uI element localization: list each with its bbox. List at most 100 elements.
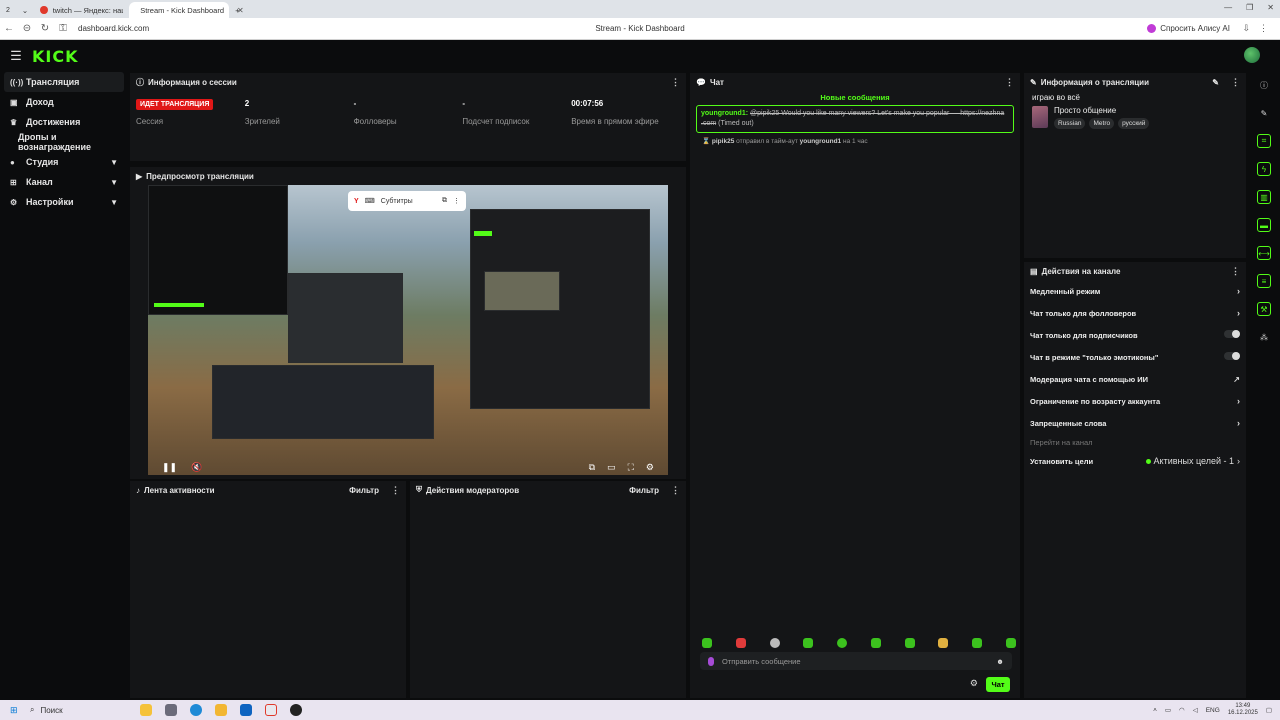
info-icon[interactable]: ⓘ [1257,78,1271,92]
wrench-icon[interactable]: ⚒ [1257,302,1271,316]
emote-icon[interactable] [837,638,848,648]
chat-settings-icon[interactable]: ⚙ [970,678,978,689]
set-goals-action[interactable]: Установить цели Активных целей - 1 › [1024,450,1246,472]
emote-icon[interactable] [972,638,983,648]
sidebar-item-studio[interactable]: ● Студия ▼ [0,152,128,172]
more-options-icon[interactable]: ⋮ [391,485,400,496]
yandex-browser-icon[interactable] [265,704,277,716]
sidebar-item-revenue[interactable]: ▣ Доход [0,92,128,112]
sidebar-item-channel[interactable]: ⊞ Канал ▼ [0,172,128,192]
banned-words-action[interactable]: Запрещенные слова › [1024,412,1246,434]
pencil-icon[interactable]: ✎ [1257,106,1271,120]
close-window-icon[interactable]: ✕ [1267,3,1274,12]
emote-icon[interactable] [769,638,780,648]
send-chat-button[interactable]: Чат [986,677,1010,692]
sidebar-item-stream[interactable]: ((·)) Трансляция [4,72,124,92]
pip-icon[interactable]: ⧉ [442,197,447,205]
chat-input[interactable]: Отправить сообщение ☻ [700,652,1012,670]
sidebar-item-settings[interactable]: ⚙ Настройки ▼ [0,192,128,212]
emote-icon[interactable] [904,638,915,648]
emote-icon[interactable] [803,638,814,648]
emoji-picker-icon[interactable]: ☻ [996,657,1004,666]
tab-counter[interactable]: 2 [0,2,16,18]
filter-button[interactable]: Фильтр [349,486,379,495]
battery-icon[interactable]: ▭ [1165,706,1171,714]
back-icon[interactable]: ← [0,23,18,34]
new-tab-button[interactable]: + [229,2,245,18]
widgets-app-icon[interactable] [140,704,152,716]
lightning-icon[interactable]: ϟ [1257,162,1271,176]
clock[interactable]: 13:49 16.12.2025 [1228,703,1258,717]
filter-button[interactable]: Фильтр [629,486,659,495]
kick-logo[interactable]: KICK [32,47,79,66]
emote-icon[interactable] [702,638,712,648]
hamburger-menu-icon[interactable]: ☰ [0,48,32,64]
minimize-icon[interactable]: — [1224,3,1232,12]
tag[interactable]: Metro [1089,118,1115,129]
target-user[interactable]: younground1 [800,138,842,145]
more-options-icon[interactable]: ⋮ [671,77,680,88]
more-options-icon[interactable]: ⋮ [1005,77,1014,88]
emote-icon[interactable] [938,638,949,648]
history-icon[interactable]: ⊝ [18,23,36,34]
sidebar-item-drops[interactable]: Дропы и вознаграждение [0,132,128,152]
extensions-icon[interactable]: ⇩ [1242,23,1250,34]
slow-mode-action[interactable]: Медленный режим › [1024,280,1246,302]
sidebar-item-achievements[interactable]: ♛ Достижения [0,112,128,132]
pip-icon[interactable]: ⧉ [589,462,595,473]
tray-chevron-icon[interactable]: ˄ [1153,707,1157,714]
wifi-icon[interactable]: ◠ [1179,706,1185,714]
obs-icon[interactable] [290,704,302,716]
account-age-action[interactable]: Ограничение по возрасту аккаунта › [1024,390,1246,412]
ai-moderation-action[interactable]: Модерация чата с помощью ИИ ↗ [1024,368,1246,390]
theater-icon[interactable]: ▭ [607,462,616,473]
followers-only-action[interactable]: Чат только для фолловеров › [1024,302,1246,324]
emote-icon[interactable] [870,638,881,648]
browser-tab-twitch-search[interactable]: twitch — Яндекс: нашлось [34,2,129,18]
book-icon[interactable]: ▥ [1257,190,1271,204]
gear-icon[interactable]: ⚙ [646,462,654,473]
stream-preview-video[interactable]: Y ⌨ Субтитры ⧉ ⋮ ❚❚ 🔇 ⧉ ▭ ⛶ ⚙ [148,185,668,475]
user-avatar[interactable] [1244,47,1260,63]
more-options-icon[interactable]: ⋮ [1231,77,1240,88]
language-indicator[interactable]: ENG [1206,707,1220,714]
fullscreen-icon[interactable]: ⛶ [628,462,634,473]
browser-tab-kick-dashboard[interactable]: Stream - Kick Dashboard ✕ [129,2,244,18]
maximize-icon[interactable]: ❐ [1246,3,1253,12]
chat-bubble-icon[interactable]: ▬ [1257,218,1271,232]
new-messages-divider[interactable]: Новые сообщения [690,93,1020,102]
message-username[interactable]: younground1: [701,110,748,117]
file-explorer-icon[interactable] [215,704,227,716]
tag[interactable]: русский [1118,118,1150,129]
alice-ai-button[interactable]: Спросить Алису AI [1147,24,1230,33]
pause-icon[interactable]: ❚❚ [162,462,177,473]
mute-icon[interactable]: 🔇 [191,462,202,473]
category-thumbnail[interactable] [1032,106,1048,128]
popup-menu-icon[interactable]: ⋮ [453,197,460,205]
notifications-icon[interactable]: ▢ [1266,706,1272,714]
subtitles-popup[interactable]: Y ⌨ Субтитры ⧉ ⋮ [348,191,466,211]
capture-icon[interactable]: ⌗ [1257,134,1271,148]
more-options-icon[interactable]: ⋮ [671,485,680,496]
edge-icon[interactable] [190,704,202,716]
emote-icon[interactable] [735,638,746,648]
widgets-icon[interactable]: ⁂ [1257,330,1271,344]
browser-menu-icon[interactable]: ⋮ [1259,23,1268,34]
broadcast-icon[interactable]: ⟷ [1257,246,1271,260]
moderator-name[interactable]: pipik25 [712,138,734,145]
taskbar-search[interactable]: ⌕ Поиск [30,705,130,715]
volume-icon[interactable]: ◁ [1193,706,1198,714]
url-field[interactable]: dashboard.kick.com [78,24,149,33]
edit-icon[interactable]: ✎ [1212,78,1219,87]
reload-icon[interactable]: ↻ [36,23,54,34]
outlook-icon[interactable] [240,704,252,716]
chat-message[interactable]: younground1: @pipik25 Would you like man… [696,105,1014,133]
goto-channel-link[interactable]: Перейти на канал [1024,434,1246,450]
subscribers-only-toggle[interactable] [1224,330,1240,338]
category-name[interactable]: Просто общение [1054,106,1149,115]
site-info-icon[interactable]: ⚿ [54,23,72,34]
list-icon[interactable]: ≡ [1257,274,1271,288]
tag[interactable]: Russian [1054,118,1086,129]
microphone-icon[interactable] [708,656,714,666]
emote-icon[interactable] [1005,638,1016,648]
